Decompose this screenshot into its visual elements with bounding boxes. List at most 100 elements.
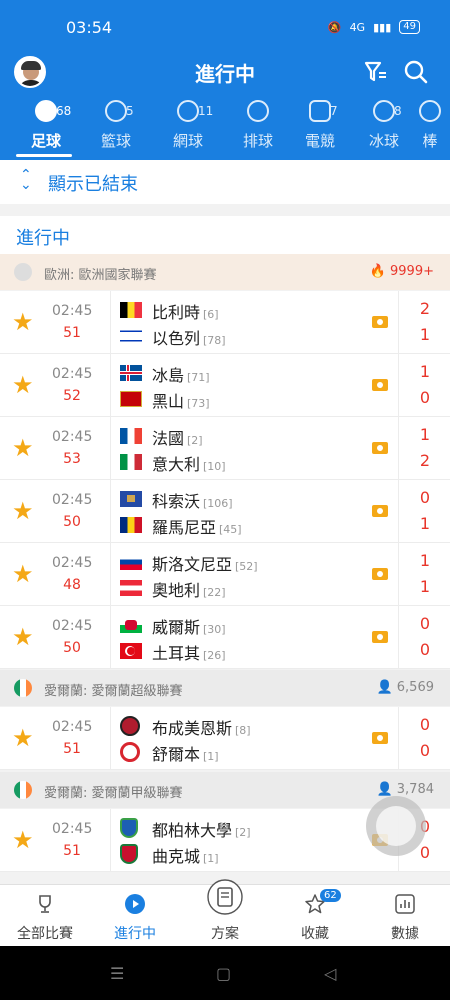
home-score: 1 bbox=[419, 362, 430, 381]
romania-flag-icon bbox=[120, 517, 142, 533]
away-score: 0 bbox=[419, 388, 430, 407]
kosovo-flag-icon bbox=[120, 491, 142, 507]
match-row[interactable]: ★ 02:45 48 斯洛文尼亞 [52] 奧地利 [22] 1 1 bbox=[0, 543, 450, 606]
section-title: 進行中 bbox=[16, 228, 70, 249]
ireland-flag-icon bbox=[14, 679, 32, 697]
search-icon[interactable] bbox=[402, 58, 430, 86]
app-header: 進行中 bbox=[0, 56, 450, 90]
ireland-flag-icon bbox=[14, 781, 32, 799]
tab-volleyball[interactable]: 排球 bbox=[226, 100, 290, 151]
tab-basketball[interactable]: 5 籃球 bbox=[84, 100, 148, 151]
ticket-icon[interactable] bbox=[372, 379, 388, 391]
gamepad-icon bbox=[309, 100, 331, 122]
home-score: 2 bbox=[419, 299, 430, 318]
slovenia-flag-icon bbox=[120, 554, 142, 570]
filter-icon[interactable] bbox=[362, 58, 390, 86]
favorite-star-icon[interactable]: ★ bbox=[12, 724, 34, 752]
basketball-icon bbox=[105, 100, 127, 122]
bottom-nav: 全部比賽 進行中 方案 62 收藏 數據 bbox=[0, 879, 450, 947]
nav-live[interactable]: 進行中 bbox=[90, 885, 180, 947]
favorite-star-icon[interactable]: ★ bbox=[12, 560, 34, 588]
battery-icon: 49 bbox=[399, 20, 420, 34]
follower-count: 👤 3,784 bbox=[376, 782, 434, 797]
match-row[interactable]: ★ 02:45 50 威爾斯 [30] 土耳其 [26] 0 0 bbox=[0, 606, 450, 669]
austria-flag-icon bbox=[120, 580, 142, 596]
belgium-flag-icon bbox=[120, 302, 142, 318]
favorite-star-icon[interactable]: ★ bbox=[12, 497, 34, 525]
system-nav-bar: ☰ ▢ ◁ bbox=[0, 946, 450, 1000]
tab-ice-hockey[interactable]: 8 冰球 bbox=[352, 100, 416, 151]
home-icon[interactable]: ▢ bbox=[216, 964, 231, 983]
chart-icon bbox=[395, 894, 415, 914]
favorite-star-icon[interactable]: ★ bbox=[12, 434, 34, 462]
turkey-flag-icon bbox=[120, 643, 142, 659]
sport-tabs: 68 足球 5 籃球 11 網球 排球 7 電競 8 冰球 棒 bbox=[0, 100, 450, 160]
status-time: 03:54 bbox=[66, 18, 113, 37]
ticket-icon[interactable] bbox=[372, 505, 388, 517]
tab-baseball[interactable]: 棒 bbox=[410, 100, 450, 151]
away-score: 1 bbox=[419, 325, 430, 344]
ticket-icon[interactable] bbox=[372, 568, 388, 580]
nav-all-matches[interactable]: 全部比賽 bbox=[0, 885, 90, 947]
status-bar: 03:54 🔕 4G ▮▮▮ 49 bbox=[0, 0, 450, 56]
active-tab-indicator bbox=[16, 154, 72, 157]
club-crest-icon bbox=[120, 716, 140, 736]
ticket-icon[interactable] bbox=[372, 732, 388, 744]
tab-esports[interactable]: 7 電競 bbox=[288, 100, 352, 151]
show-ended-label: 顯示已結束 bbox=[48, 174, 138, 195]
israel-flag-icon bbox=[120, 328, 142, 344]
club-crest-icon bbox=[120, 818, 138, 838]
fire-icon: 🔥 bbox=[369, 264, 386, 279]
league-header[interactable]: 歐洲: 歐洲國家聯賽 🔥 9999+ bbox=[0, 254, 450, 290]
away-score: 1 bbox=[419, 514, 430, 533]
document-icon bbox=[207, 879, 243, 915]
nav-plans[interactable]: 方案 bbox=[180, 879, 270, 947]
away-score: 0 bbox=[419, 640, 430, 659]
mute-icon: 🔕 bbox=[327, 20, 342, 34]
play-icon bbox=[125, 894, 145, 914]
baseball-icon bbox=[419, 100, 441, 122]
soccer-ball-icon bbox=[35, 100, 57, 122]
ticket-icon[interactable] bbox=[372, 631, 388, 643]
top-bar: 03:54 🔕 4G ▮▮▮ 49 進行中 68 足球 5 籃球 11 網球 排… bbox=[0, 0, 450, 160]
world-globe-icon bbox=[14, 263, 32, 281]
montenegro-flag-icon bbox=[120, 391, 142, 407]
league-header[interactable]: 愛爾蘭: 愛爾蘭超級聯賽 👤 6,569 bbox=[0, 670, 450, 706]
away-score: 0 bbox=[419, 741, 430, 760]
menu-icon[interactable]: ☰ bbox=[110, 964, 124, 983]
nav-data[interactable]: 數據 bbox=[360, 885, 450, 947]
trophy-icon bbox=[39, 895, 51, 913]
favorite-star-icon[interactable]: ★ bbox=[12, 308, 34, 336]
floating-action-button[interactable] bbox=[366, 796, 426, 856]
favorite-star-icon[interactable]: ★ bbox=[12, 826, 34, 854]
tab-tennis[interactable]: 11 網球 bbox=[156, 100, 220, 151]
signal-icon: ▮▮▮ bbox=[373, 20, 392, 34]
club-crest-icon bbox=[120, 844, 138, 864]
show-ended-toggle[interactable]: ⌃ ⌄ 顯示已結束 bbox=[0, 160, 450, 204]
tab-football[interactable]: 68 足球 bbox=[14, 100, 78, 151]
match-row[interactable]: ★ 02:45 52 冰島 [71] 黑山 [73] 1 0 bbox=[0, 354, 450, 417]
ticket-icon[interactable] bbox=[372, 442, 388, 454]
away-score: 1 bbox=[419, 577, 430, 596]
club-crest-icon bbox=[120, 742, 140, 762]
popularity-count: 🔥 9999+ bbox=[369, 264, 434, 279]
nav-favorites[interactable]: 62 收藏 bbox=[270, 885, 360, 947]
iceland-flag-icon bbox=[120, 365, 142, 381]
ice-hockey-icon bbox=[373, 100, 395, 122]
users-icon: 👤 bbox=[376, 680, 393, 695]
follower-count: 👤 6,569 bbox=[376, 680, 434, 695]
favorite-star-icon[interactable]: ★ bbox=[12, 371, 34, 399]
tennis-ball-icon bbox=[177, 100, 199, 122]
match-row[interactable]: ★ 02:45 51 布成美恩斯 [8] 舒爾本 [1] 0 0 bbox=[0, 707, 450, 770]
match-row[interactable]: ★ 02:45 53 法國 [2] 意大利 [10] 1 2 bbox=[0, 417, 450, 480]
volleyball-icon bbox=[247, 100, 269, 122]
expand-chevron-icon: ⌃ ⌄ bbox=[20, 167, 32, 193]
back-icon[interactable]: ◁ bbox=[324, 964, 336, 983]
favorite-star-icon[interactable]: ★ bbox=[12, 623, 34, 651]
home-score: 1 bbox=[419, 551, 430, 570]
ticket-icon[interactable] bbox=[372, 316, 388, 328]
away-score: 2 bbox=[419, 451, 430, 470]
match-row[interactable]: ★ 02:45 51 比利時 [6] 以色列 [78] 2 1 bbox=[0, 291, 450, 354]
match-row[interactable]: ★ 02:45 50 科索沃 [106] 羅馬尼亞 [45] 0 1 bbox=[0, 480, 450, 543]
home-score: 0 bbox=[419, 614, 430, 633]
